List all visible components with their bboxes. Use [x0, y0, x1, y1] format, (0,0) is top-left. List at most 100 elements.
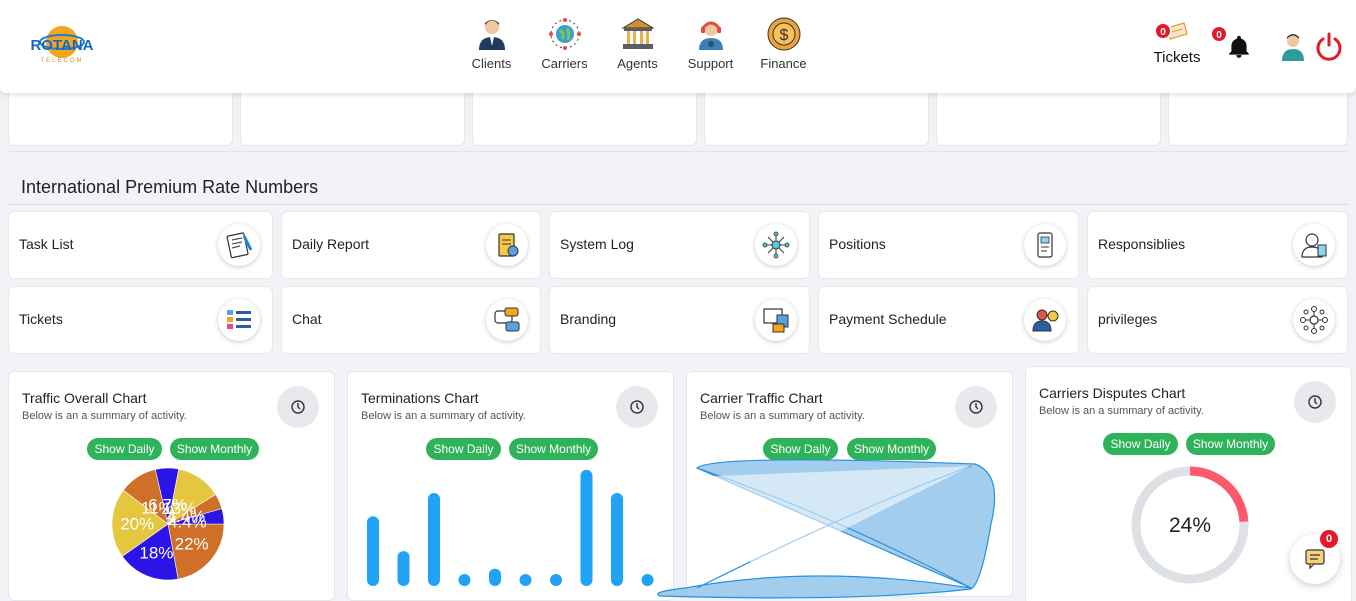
tile-positions[interactable]: Positions	[818, 211, 1079, 279]
chart-subtitle: Below is an a summary of activity.	[1039, 405, 1204, 417]
history-clock-icon[interactable]	[955, 386, 997, 428]
tile-label: Responsiblies	[1098, 236, 1186, 252]
show-daily-button[interactable]: Show Daily	[426, 438, 501, 460]
show-monthly-button[interactable]: Show Monthly	[170, 438, 259, 460]
tile-task-list[interactable]: Task List	[8, 211, 273, 279]
privileges-icon	[1293, 299, 1335, 341]
system-log-icon	[755, 224, 797, 266]
tile-payment-schedule[interactable]: Payment Schedule	[818, 286, 1079, 354]
history-clock-icon[interactable]	[277, 386, 319, 428]
show-monthly-button[interactable]: Show Monthly	[1186, 433, 1275, 455]
finance-dollar-icon: $	[767, 17, 800, 51]
tickets-icon	[218, 299, 260, 341]
nav-carriers[interactable]: Carriers	[528, 16, 601, 71]
task-list-icon	[218, 224, 260, 266]
chat-fab-button[interactable]: 0	[1290, 528, 1340, 584]
chart-subtitle: Below is an a summary of activity.	[22, 410, 187, 422]
tile-label: Positions	[829, 236, 886, 252]
tile-label: Task List	[19, 236, 74, 252]
bar	[611, 493, 623, 586]
logo-text: ROTANA	[30, 37, 93, 54]
responsibilities-icon	[1293, 224, 1335, 266]
show-monthly-button[interactable]: Show Monthly	[509, 438, 598, 460]
user-avatar[interactable]	[1280, 31, 1306, 61]
section-title: International Premium Rate Numbers	[21, 177, 319, 197]
traffic-pie-chart: 22%18%20%11%6.7%13%4.4%4.4%	[112, 467, 225, 581]
tile-responsiblies[interactable]: Responsiblies	[1087, 211, 1348, 279]
carrier-traffic-area-chart	[657, 459, 996, 599]
chat-icon	[486, 299, 528, 341]
tile-privileges[interactable]: privileges	[1087, 286, 1348, 354]
bar	[489, 568, 501, 586]
power-icon[interactable]	[1314, 31, 1344, 61]
pie-slice-label: 22%	[175, 535, 209, 554]
show-daily-button[interactable]: Show Daily	[87, 438, 162, 460]
branding-icon	[755, 299, 797, 341]
chart-subtitle: Below is an a summary of activity.	[361, 410, 526, 422]
main-nav: Clients Carriers Agents Support $ Financ…	[455, 16, 820, 71]
tile-branding[interactable]: Branding	[549, 286, 810, 354]
tickets-button[interactable]: Tickets 0	[1152, 20, 1202, 66]
tile-label: System Log	[560, 236, 634, 252]
chat-count-badge: 0	[1318, 528, 1340, 550]
support-headset-icon	[698, 21, 723, 50]
tile-label: Payment Schedule	[829, 311, 947, 327]
pie-slice-label: 18%	[139, 544, 173, 563]
bar	[458, 574, 471, 586]
bar	[519, 574, 532, 586]
chart-title: Terminations Chart	[361, 390, 479, 406]
agents-bank-icon	[620, 18, 655, 49]
bar	[428, 493, 440, 586]
divider	[8, 204, 1348, 205]
tile-label: Daily Report	[292, 236, 370, 252]
bar	[641, 574, 654, 586]
pie-slice-label: 4.4%	[168, 512, 207, 531]
bar	[580, 469, 593, 586]
tile-tickets[interactable]: Tickets	[8, 286, 273, 354]
nav-finance[interactable]: $ Finance	[747, 16, 820, 71]
carrier-traffic-chart-card: Carrier Traffic Chart Below is an a summ…	[657, 371, 1013, 599]
history-clock-icon[interactable]	[1294, 381, 1336, 423]
nav-support[interactable]: Support	[674, 16, 747, 71]
daily-report-icon	[486, 224, 528, 266]
svg-text:$: $	[779, 27, 788, 44]
tile-label: Tickets	[19, 311, 63, 327]
divider	[8, 151, 1348, 152]
chart-title: Traffic Overall Chart	[22, 390, 147, 406]
logo-subtext: TELECOM	[40, 58, 83, 64]
tile-chat[interactable]: Chat	[281, 286, 541, 354]
show-daily-button[interactable]: Show Daily	[1103, 433, 1178, 455]
message-icon	[1305, 549, 1325, 570]
chart-subtitle: Below is an a summary of activity.	[700, 410, 865, 422]
disputes-donut-chart: 24%	[1131, 466, 1249, 584]
tile-daily-report[interactable]: Daily Report	[281, 211, 541, 279]
tickets-count-badge: 0	[1154, 22, 1172, 40]
positions-icon	[1024, 224, 1066, 266]
nav-finance-label: Finance	[760, 56, 807, 71]
tile-system-log[interactable]: System Log	[549, 211, 810, 279]
bar	[397, 551, 410, 586]
tile-label: privileges	[1098, 311, 1158, 327]
nav-agents[interactable]: Agents	[601, 16, 674, 71]
bar	[367, 516, 379, 586]
nav-clients-label: Clients	[471, 56, 512, 71]
chart-title: Carrier Traffic Chart	[700, 390, 823, 406]
terminations-bar-chart	[367, 469, 654, 586]
bell-icon[interactable]	[1226, 34, 1252, 60]
carriers-globe-icon	[548, 18, 581, 50]
nav-agents-label: Agents	[617, 56, 658, 71]
nav-carriers-label: Carriers	[541, 56, 588, 71]
traffic-overall-chart-card: Traffic Overall Chart Below is an a summ…	[8, 371, 335, 601]
donut-percent-label: 24%	[1169, 514, 1211, 537]
history-clock-icon[interactable]	[616, 386, 658, 428]
payment-schedule-icon	[1024, 299, 1066, 341]
nav-clients[interactable]: Clients	[455, 16, 528, 71]
tickets-label: Tickets	[1153, 49, 1201, 66]
rotana-logo[interactable]: ROTANA TELECOM	[26, 20, 98, 70]
terminations-chart-card: Terminations Chart Below is an a summary…	[347, 371, 674, 601]
clients-icon	[478, 20, 505, 50]
nav-support-label: Support	[687, 56, 734, 71]
bar	[550, 574, 562, 586]
tile-label: Chat	[292, 311, 322, 327]
tile-label: Branding	[560, 311, 617, 327]
